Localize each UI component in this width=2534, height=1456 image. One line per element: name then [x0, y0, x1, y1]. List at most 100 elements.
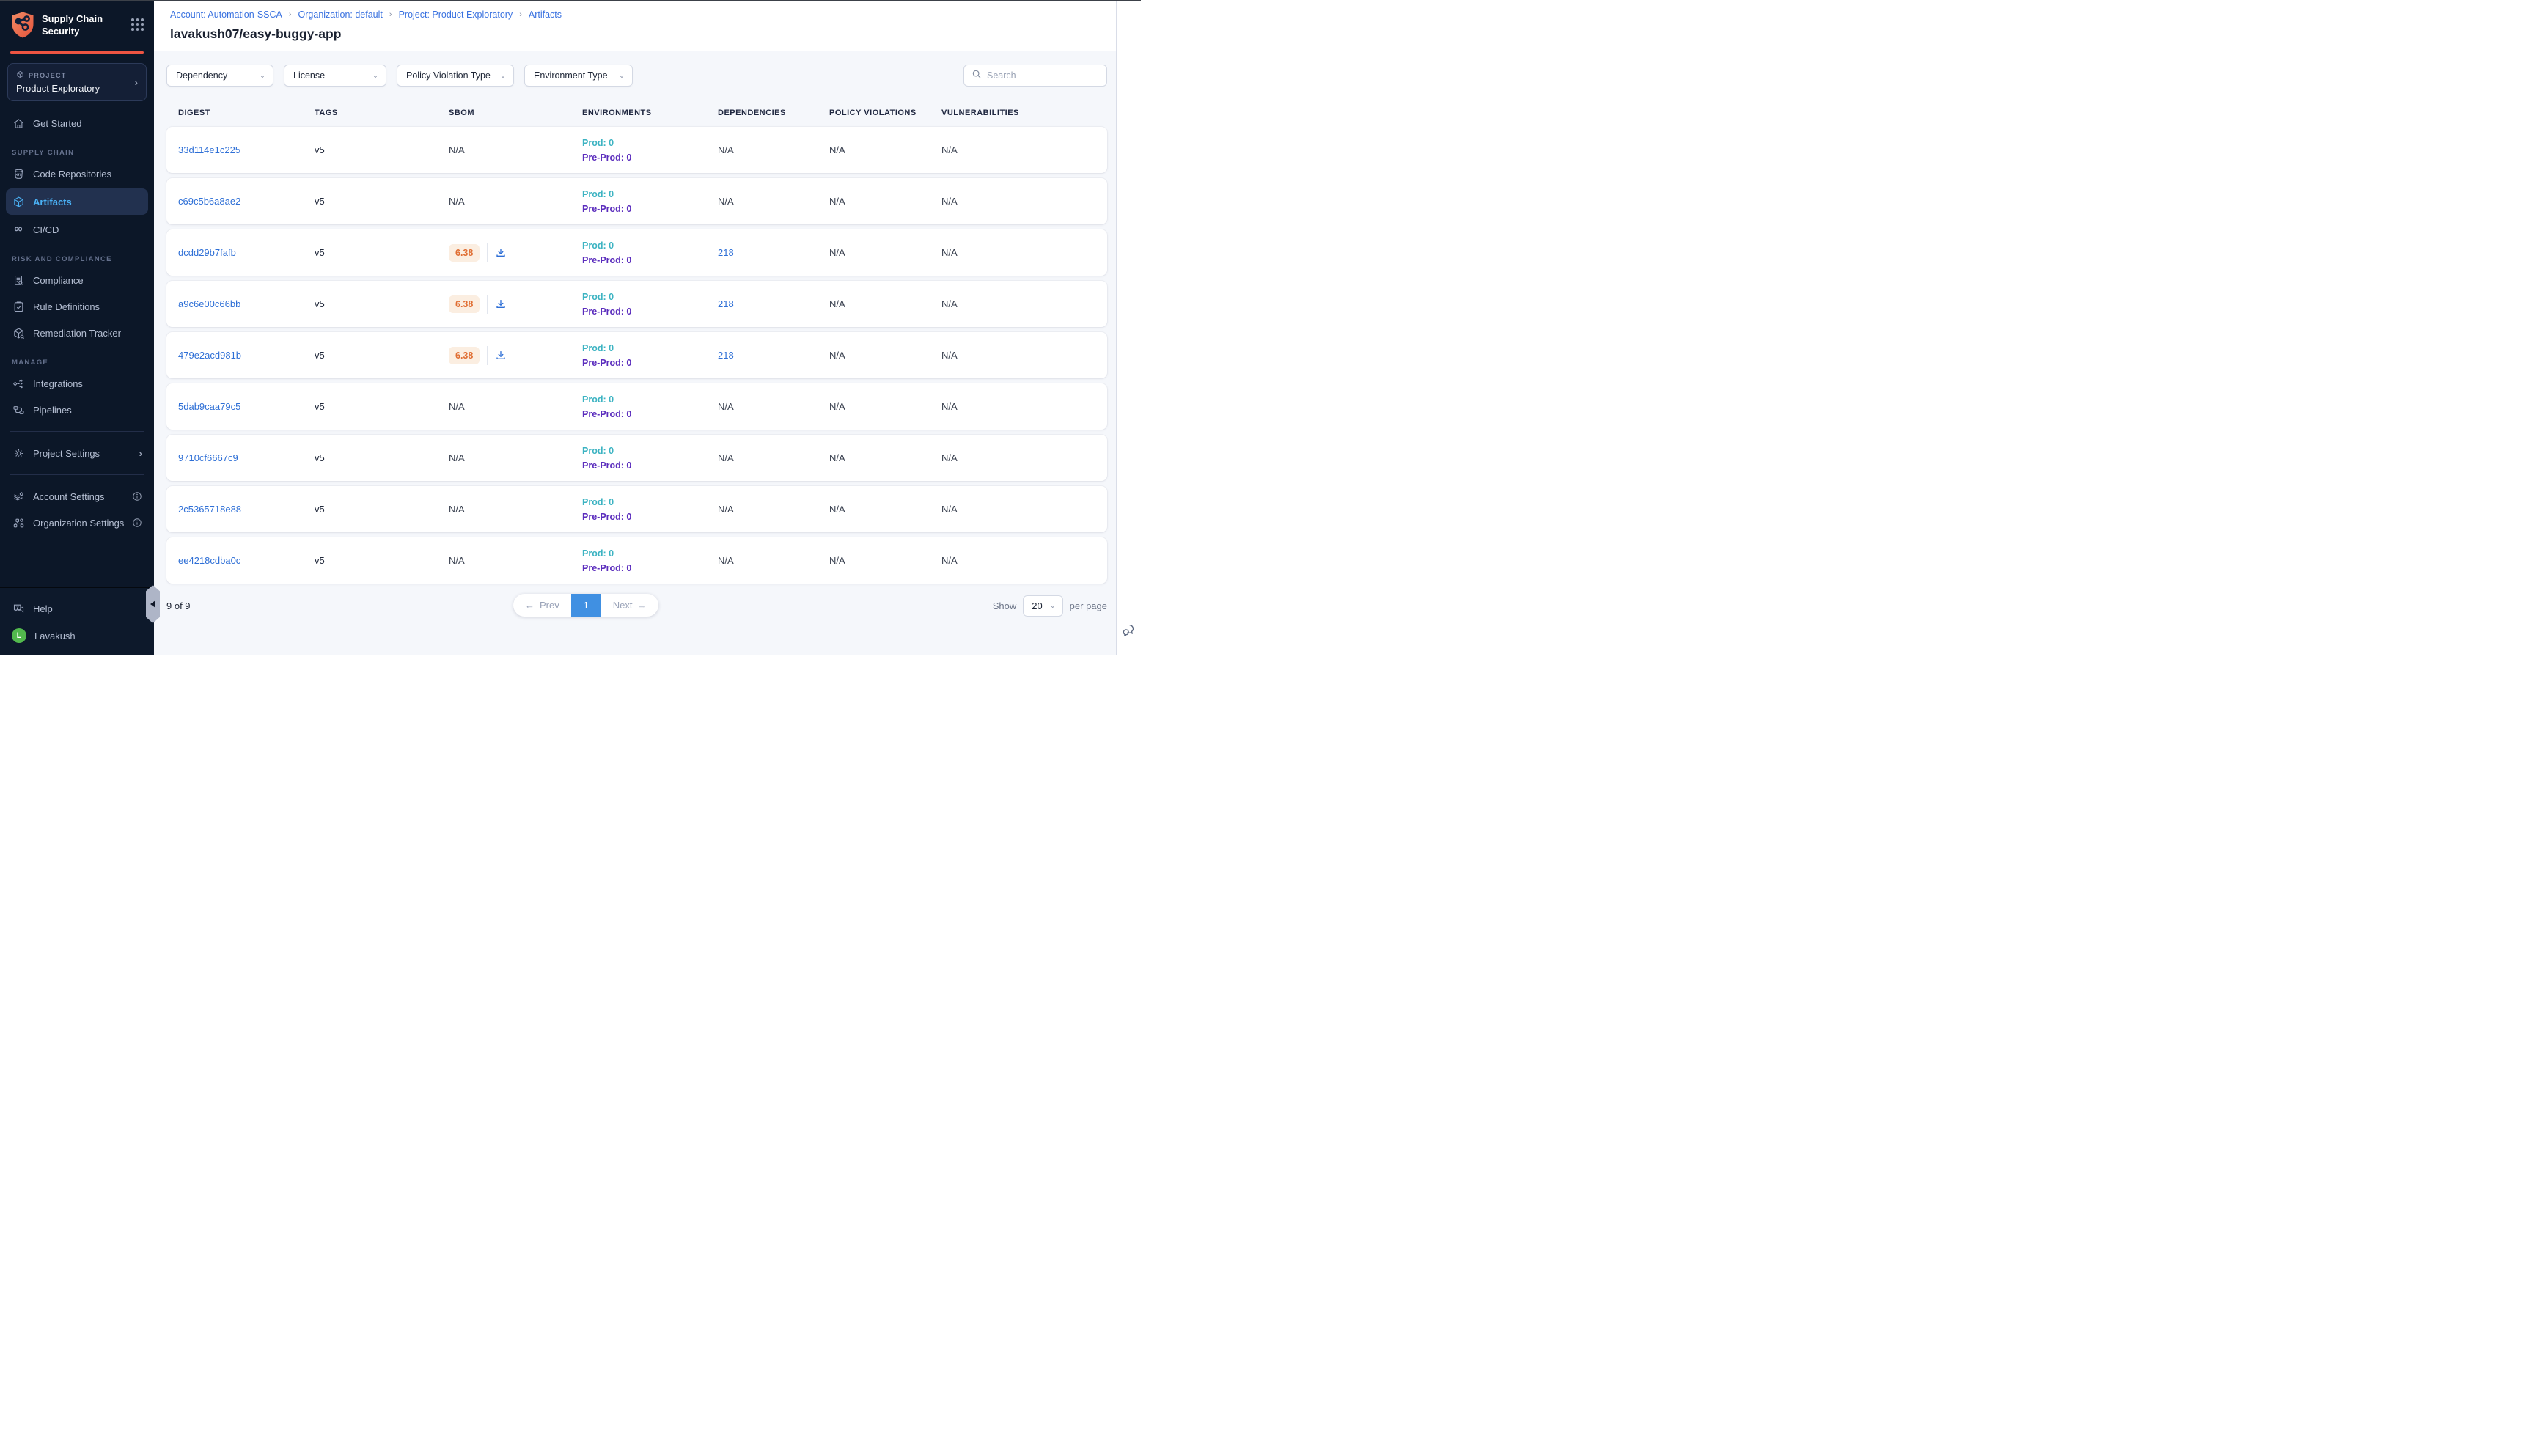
column-header-policy-violations: POLICY VIOLATIONS [829, 109, 941, 117]
download-sbom-icon[interactable] [495, 247, 507, 259]
app-switcher-icon[interactable] [131, 18, 144, 31]
table-row[interactable]: 9710cf6667c9 v5 N/A [166, 435, 1107, 481]
sbom-cell: 6.38 [449, 295, 582, 314]
home-icon [12, 117, 25, 130]
sbom-score-group: 6.38 [449, 243, 507, 262]
digest-link[interactable]: 479e2acd981b [178, 350, 241, 361]
table-row[interactable]: 479e2acd981b v5 6.38 [166, 332, 1107, 378]
prod-env-link[interactable]: Prod: 0 [582, 238, 718, 253]
filter-environment-type[interactable]: Environment Type ⌄ [524, 65, 633, 87]
preprod-env-link[interactable]: Pre-Prod: 0 [582, 561, 718, 576]
column-header-vulnerabilities: VULNERABILITIES [941, 109, 1095, 117]
digest-link[interactable]: 9710cf6667c9 [178, 452, 238, 463]
dependencies-cell[interactable]: N/A [718, 144, 734, 155]
prod-env-link[interactable]: Prod: 0 [582, 341, 718, 356]
preprod-env-link[interactable]: Pre-Prod: 0 [582, 510, 718, 524]
dependencies-cell[interactable]: N/A [718, 452, 734, 463]
table-row[interactable]: dcdd29b7fafb v5 6.38 [166, 229, 1107, 276]
filter-dependency[interactable]: Dependency ⌄ [166, 65, 273, 87]
digest-link[interactable]: ee4218cdba0c [178, 555, 240, 566]
preprod-env-link[interactable]: Pre-Prod: 0 [582, 407, 718, 422]
digest-link[interactable]: 5dab9caa79c5 [178, 401, 240, 412]
arrow-left-icon: ← [525, 600, 535, 611]
prod-env-link[interactable]: Prod: 0 [582, 136, 718, 150]
sidebar-item-rule-definitions[interactable]: Rule Definitions [0, 293, 154, 320]
page-header: Account: Automation-SSCA › Organization:… [154, 1, 1116, 51]
table-row[interactable]: 5dab9caa79c5 v5 N/A [166, 383, 1107, 430]
sidebar-item-help[interactable]: Help [0, 595, 154, 622]
compliance-doc-icon [12, 273, 25, 287]
sidebar-item-pipelines[interactable]: Pipelines [0, 397, 154, 423]
breadcrumb-organization[interactable]: Organization: default [298, 10, 383, 20]
info-circle-icon[interactable] [132, 518, 142, 528]
dependencies-cell[interactable]: 218 [718, 350, 734, 361]
dependencies-cell[interactable]: 218 [718, 298, 734, 309]
prod-env-link[interactable]: Prod: 0 [582, 290, 718, 304]
preprod-env-link[interactable]: Pre-Prod: 0 [582, 458, 718, 473]
table-row[interactable]: c69c5b6a8ae2 v5 N/A [166, 178, 1107, 224]
prod-env-link[interactable]: Prod: 0 [582, 187, 718, 202]
filter-policy-violation-type[interactable]: Policy Violation Type ⌄ [397, 65, 514, 87]
preprod-env-link[interactable]: Pre-Prod: 0 [582, 202, 718, 216]
prod-env-link[interactable]: Prod: 0 [582, 444, 718, 458]
sidebar-item-project-settings[interactable]: Project Settings › [0, 440, 154, 466]
table-row[interactable]: a9c6e00c66bb v5 6.38 [166, 281, 1107, 327]
next-page-button[interactable]: Next → [601, 594, 659, 617]
environments-cell: Prod: 0 Pre-Prod: 0 [582, 495, 718, 524]
search-input[interactable] [987, 70, 1099, 81]
table-row[interactable]: ee4218cdba0c v5 N/A [166, 537, 1107, 584]
digest-link[interactable]: 33d114e1c225 [178, 144, 240, 155]
dependencies-cell[interactable]: N/A [718, 401, 734, 412]
sidebar-item-artifacts[interactable]: Artifacts [6, 188, 148, 215]
preprod-env-link[interactable]: Pre-Prod: 0 [582, 253, 718, 268]
sidebar-item-organization-settings[interactable]: Organization Settings [0, 510, 154, 536]
digest-link[interactable]: dcdd29b7fafb [178, 247, 236, 258]
sidebar-item-integrations[interactable]: Integrations [0, 370, 154, 397]
sidebar-item-compliance[interactable]: Compliance [0, 267, 154, 293]
dependencies-cell[interactable]: 218 [718, 247, 734, 258]
sbom-cell: N/A [449, 196, 582, 207]
sidebar-collapse-handle[interactable] [146, 585, 160, 623]
digest-link[interactable]: c69c5b6a8ae2 [178, 196, 240, 207]
preprod-env-link[interactable]: Pre-Prod: 0 [582, 356, 718, 370]
table-row[interactable]: 33d114e1c225 v5 N/A [166, 127, 1107, 173]
org-chart-gear-icon [12, 516, 25, 529]
tag-cell: v5 [315, 350, 449, 361]
column-header-environments: ENVIRONMENTS [582, 109, 718, 117]
sidebar-item-user[interactable]: L Lavakush [0, 622, 154, 650]
sidebar-item-remediation-tracker[interactable]: Remediation Tracker [0, 320, 154, 346]
info-circle-icon[interactable] [132, 491, 142, 501]
table-row[interactable]: 2c5365718e88 v5 N/A [166, 486, 1107, 532]
page-size-select[interactable]: 20 ⌄ [1023, 595, 1062, 617]
filter-license[interactable]: License ⌄ [284, 65, 386, 87]
preprod-env-link[interactable]: Pre-Prod: 0 [582, 304, 718, 319]
digest-link[interactable]: a9c6e00c66bb [178, 298, 240, 309]
brand-block[interactable]: Supply Chain Security [0, 1, 154, 49]
brand-title: Supply Chain Security [42, 11, 125, 38]
sidebar-divider [10, 431, 144, 432]
download-sbom-icon[interactable] [495, 298, 507, 310]
prod-env-link[interactable]: Prod: 0 [582, 546, 718, 561]
project-selector[interactable]: PROJECT Product Exploratory › [7, 63, 147, 101]
page-number-button[interactable]: 1 [571, 594, 601, 617]
chat-support-icon[interactable] [1122, 623, 1136, 641]
artifact-rows: 33d114e1c225 v5 N/A [166, 127, 1107, 584]
sidebar-item-get-started[interactable]: Get Started [0, 110, 154, 136]
breadcrumb-account[interactable]: Account: Automation-SSCA [170, 10, 282, 20]
sidebar-item-code-repositories[interactable]: Code Repositories [0, 161, 154, 187]
prev-page-button[interactable]: ← Prev [513, 594, 571, 617]
dependencies-cell[interactable]: N/A [718, 504, 734, 515]
dependencies-cell[interactable]: N/A [718, 555, 734, 566]
sidebar-item-account-settings[interactable]: Account Settings [0, 483, 154, 510]
sidebar-item-cicd[interactable]: ∞ CI/CD [0, 216, 154, 243]
environments-cell: Prod: 0 Pre-Prod: 0 [582, 392, 718, 422]
digest-link[interactable]: 2c5365718e88 [178, 504, 241, 515]
download-sbom-icon[interactable] [495, 350, 507, 361]
preprod-env-link[interactable]: Pre-Prod: 0 [582, 150, 718, 165]
prod-env-link[interactable]: Prod: 0 [582, 392, 718, 407]
vulnerabilities-cell: N/A [941, 452, 1095, 463]
dependencies-cell[interactable]: N/A [718, 196, 734, 207]
prod-env-link[interactable]: Prod: 0 [582, 495, 718, 510]
breadcrumb-artifacts[interactable]: Artifacts [529, 10, 562, 20]
breadcrumb-project[interactable]: Project: Product Exploratory [399, 10, 513, 20]
